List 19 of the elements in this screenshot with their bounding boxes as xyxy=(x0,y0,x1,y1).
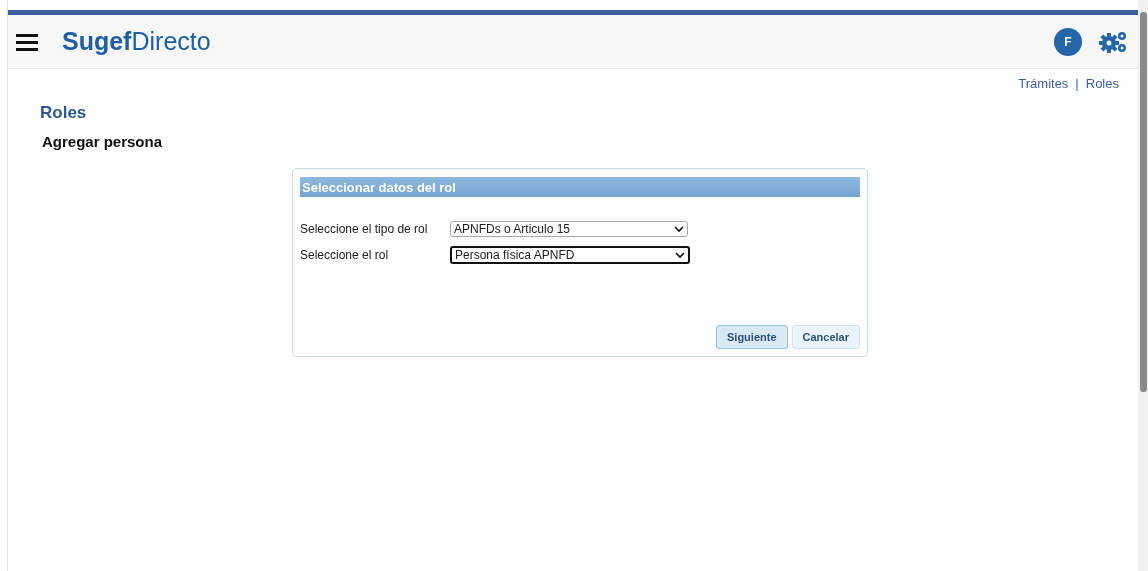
page-title: Roles xyxy=(40,103,88,123)
panel-title: Seleccionar datos del rol xyxy=(300,177,860,197)
nav-link[interactable]: Roles xyxy=(1085,76,1119,91)
scrollbar-thumb[interactable] xyxy=(1139,12,1147,392)
menu-icon[interactable] xyxy=(16,32,38,51)
action-button[interactable]: Cancelar xyxy=(791,325,860,349)
action-button[interactable]: Siguiente xyxy=(716,325,788,349)
select-field[interactable]: APNFDs o Articulo 15 xyxy=(450,221,688,237)
field-label: Seleccione el tipo de rol xyxy=(300,222,429,236)
field-label: Seleccione el rol xyxy=(300,248,390,262)
nav-link[interactable]: Trámites xyxy=(1018,76,1069,91)
page-subtitle: Agregar persona xyxy=(42,133,164,150)
caret-icon xyxy=(674,225,684,233)
brand-logo: SugefDirecto xyxy=(62,27,211,56)
caret-icon xyxy=(675,251,685,259)
separator: | xyxy=(1075,76,1079,91)
user-avatar[interactable]: F xyxy=(1054,27,1082,56)
select-field[interactable]: Persona física APNFD xyxy=(450,246,690,264)
settings-icon[interactable] xyxy=(1098,29,1128,54)
